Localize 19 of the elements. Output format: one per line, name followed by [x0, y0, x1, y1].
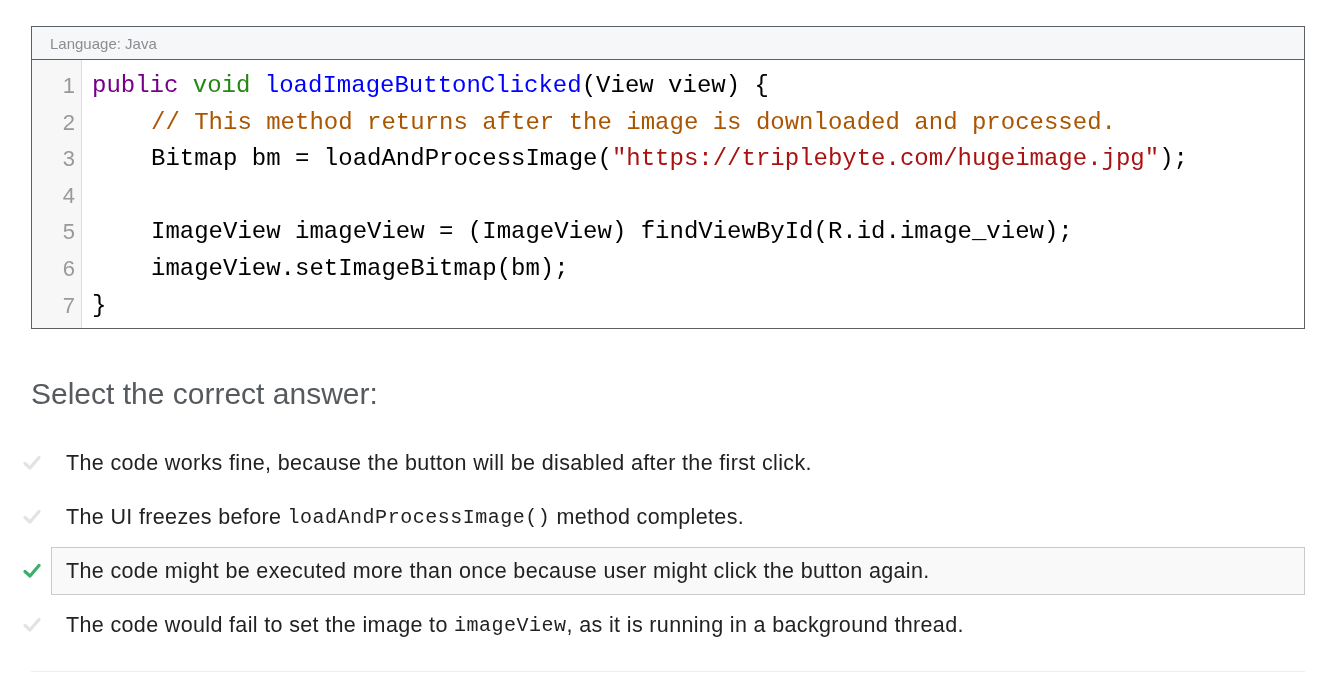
answer-option[interactable]: The code works fine, because the button will be disabled after the first click. — [51, 439, 1305, 488]
answer-option[interactable]: The code might be executed more than once because user might click the button again. — [51, 547, 1305, 596]
language-label: Language: Java — [50, 34, 157, 52]
code-line: Bitmap bm = loadAndProcessImage("https://triplebyte.com/hugeimage.jpg"); — [151, 144, 1188, 175]
answer-option[interactable]: The code would fail to set the image to imageView, as it is running in a background thread. — [51, 601, 1305, 650]
line-number: 6 — [61, 254, 76, 283]
code-line: public void loadImageButtonClicked(View view) { — [92, 71, 769, 101]
answer-option[interactable]: The UI freezes before loadAndProcessImage() method completes. — [51, 493, 1305, 542]
line-number: 4 — [61, 181, 76, 210]
code-line: // This method returns after the image is downloaded and processed. — [151, 107, 1116, 138]
line-number: 3 — [61, 145, 76, 174]
line-number: 2 — [61, 108, 76, 137]
line-number: 1 — [61, 72, 76, 100]
line-number: 5 — [61, 218, 76, 247]
question-prompt: Select the correct answer: — [31, 377, 378, 412]
code-line: } — [92, 290, 107, 321]
line-number: 7 — [61, 291, 76, 320]
code-line: ImageView imageView = (ImageView) findViewById(R.id.image_view); — [151, 217, 1073, 248]
code-line: imageView.setImageBitmap(bm); — [151, 253, 569, 284]
